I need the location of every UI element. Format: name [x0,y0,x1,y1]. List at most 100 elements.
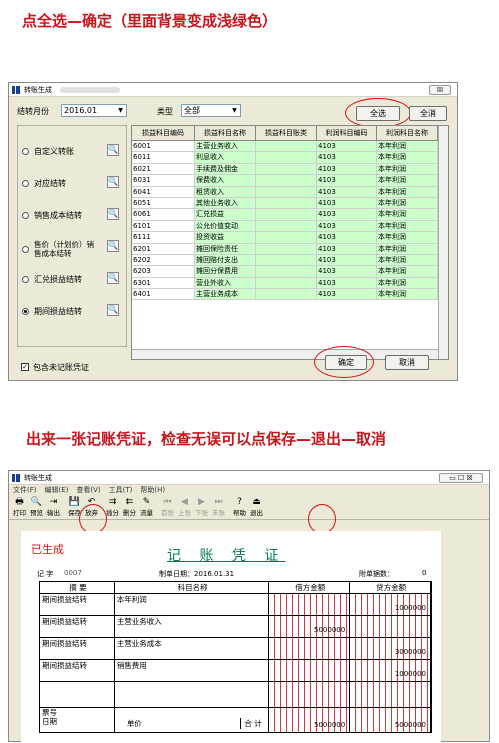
grid-row[interactable]: 6111 投资收益 4103 本年利润 [132,232,448,244]
toolbar-button-7[interactable]: ✎ 流量 [138,496,155,519]
close-button[interactable]: ☒ [429,85,451,95]
clear-all-button[interactable]: 全消 [409,106,447,121]
grid-row[interactable]: 6101 公允价值变动 4103 本年利润 [132,220,448,233]
entry-account-cell[interactable]: 主营业务收入 [115,616,270,637]
column-header[interactable]: 损益科目编码 [132,126,195,140]
column-header[interactable]: 利润科目名称 [377,126,438,140]
entry-account: 本年利润 [116,595,147,604]
grid-row[interactable]: 6401 主营业务成本 4103 本年利润 [132,289,448,301]
radio-exchange-gain-transfer[interactable]: 汇兑损益结转 [22,274,82,285]
cancel-button[interactable]: 取消 [385,355,429,370]
entry-credit-cell[interactable]: 1000000 [350,660,431,681]
search-icon[interactable]: 🔍 [107,240,119,252]
grid-row[interactable]: 6031 保费收入 4103 本年利润 [132,175,448,187]
entry-credit-cell[interactable]: 3000000 [350,638,431,659]
menu-help[interactable]: 帮助(H) [140,485,165,496]
radio-corresponding-transfer[interactable]: 对应结转 [22,178,66,189]
search-icon[interactable]: 🔍 [107,144,119,156]
grid-cell: 4103 [317,277,377,289]
entry-debit-cell[interactable] [269,660,351,681]
voucher-entries: 期间损益结转 本年利润 1000000 期间损益结转 主营业务收入 5000000 期间损益… [40,594,431,682]
type-select[interactable]: 全部 ▼ [181,104,241,117]
grid-cell: 4103 [317,209,377,220]
radio-sales-cost-transfer[interactable]: 销售成本结转 [22,210,82,221]
toolbar-button-9[interactable]: ◀ 上张 [176,496,193,519]
entry-credit: 1000000 [394,604,426,612]
toolbar-button-1[interactable]: 🔍 预览 [28,496,45,519]
voucher-header-row: 摘 要 科目名称 借方金额 贷方金额 [40,582,431,594]
column-header[interactable]: 利润科目编码 [317,126,377,140]
voucher-entry-row[interactable]: 期间损益结转 销售费用 1000000 [40,660,431,682]
search-icon[interactable]: 🔍 [107,304,119,316]
voucher-window: 转账生成 ▭ ☐ ☒ 文件(F) 编辑(E) 查看(V) 工具(T) 帮助(H)… [8,470,490,743]
grid-row[interactable]: 6201 摊回保险责任 4103 本年利润 [132,243,448,255]
grid-row[interactable]: 6021 手续费及佣金 4103 本年利润 [132,163,448,176]
grid-row[interactable]: 6202 摊回赔付支出 4103 本年利润 [132,254,448,267]
toolbar-button-2[interactable]: ⇥ 输出 [45,496,62,519]
grid-cell [256,243,317,254]
search-icon[interactable]: 🔍 [107,208,119,220]
radio-planned-price-transfer[interactable]: 售价（计划价）销售成本结转 [22,240,104,258]
voucher-entry-row[interactable]: 期间损益结转 主营业务收入 5000000 [40,616,431,638]
entry-account-cell[interactable]: 本年利润 [115,594,270,615]
include-unposted-checkbox[interactable]: ✓ [21,363,29,371]
entry-account-cell[interactable]: 主营业务成本 [115,638,270,659]
entry-summary-cell[interactable]: 期间损益结转 [40,638,115,659]
grid-header: 损益科目编码 损益科目名称 损益科目账类 利润科目编码 利润科目名称 [132,126,448,141]
menu-edit[interactable]: 编辑(E) [45,485,69,496]
menu-file[interactable]: 文件(F) [13,485,37,496]
radio-dot [22,245,29,253]
grid-cell: 4103 [317,186,377,197]
toolbar-button-13[interactable]: ⏏ 退出 [248,496,265,519]
menu-tools[interactable]: 工具(T) [109,485,133,496]
attachment-count[interactable]: 0 [422,569,426,577]
voucher-entry-row[interactable]: 期间损益结转 主营业务成本 3000000 [40,638,431,660]
search-icon[interactable]: 🔍 [107,176,119,188]
grid-cell: 4103 [317,163,377,175]
window-controls[interactable]: ▭ ☐ ☒ [439,473,483,483]
entry-summary-cell[interactable]: 期间损益结转 [40,660,115,681]
voucher-empty-row [40,682,431,708]
grid-row[interactable]: 6203 摊回分保费用 4103 本年利润 [132,266,448,278]
grid-cell: 本年利润 [377,141,438,152]
entry-summary-cell[interactable]: 期间损益结转 [40,594,115,615]
toolbar-button-8[interactable]: ⏮ 首张 [159,496,176,519]
voucher-date[interactable]: 制单日期：2016.01.31 [159,569,234,579]
toolbar-label: 首张 [161,509,174,517]
column-header[interactable]: 损益科目账类 [256,126,317,140]
grid-row[interactable]: 6011 利息收入 4103 本年利润 [132,152,448,164]
voucher-titlebar: 转账生成 ▭ ☐ ☒ [9,471,489,485]
toolbar-button-11[interactable]: ⏭ 末张 [210,496,227,519]
toolbar-button-6[interactable]: ⇇ 删分 [121,496,138,519]
grid-cell: 保费收入 [195,175,256,186]
entry-account-cell[interactable]: 销售费用 [115,660,270,681]
empty-cell [269,682,351,707]
toolbar-button-0[interactable]: 🖶 打印 [11,496,28,519]
toolbar-label: 帮助 [233,509,246,517]
entry-debit-cell[interactable] [269,594,351,615]
entry-credit-cell[interactable] [350,616,431,637]
month-select[interactable]: 2016.01 ▼ [61,104,127,117]
grid-cell: 本年利润 [377,289,438,300]
voucher-number[interactable]: 0007 [64,569,82,577]
grid-cell: 6011 [132,152,195,163]
grid-row[interactable]: 6301 营业外收入 4103 本年利润 [132,277,448,290]
vertical-scrollbar[interactable] [438,126,448,359]
search-icon[interactable]: 🔍 [107,272,119,284]
grid-row[interactable]: 6051 其他业务收入 4103 本年利润 [132,197,448,210]
entry-credit-cell[interactable]: 1000000 [350,594,431,615]
voucher-entry-row[interactable]: 期间损益结转 本年利润 1000000 [40,594,431,616]
toolbar-button-10[interactable]: ▶ 下张 [193,496,210,519]
radio-custom-transfer[interactable]: 自定义转账 [22,146,74,157]
entry-summary-cell[interactable]: 期间损益结转 [40,616,115,637]
grid-row[interactable]: 6061 汇兑损益 4103 本年利润 [132,209,448,221]
menu-view[interactable]: 查看(V) [76,485,100,496]
entry-debit-cell[interactable]: 5000000 [269,616,351,637]
column-header[interactable]: 损益科目名称 [195,126,256,140]
toolbar-icon: ▶ [198,497,205,507]
grid-row[interactable]: 6001 主营业务收入 4103 本年利润 [132,141,448,153]
entry-debit-cell[interactable] [269,638,351,659]
radio-period-profit-loss-transfer[interactable]: 期间损益结转 [22,306,82,317]
toolbar-button-12[interactable]: ? 帮助 [231,496,248,519]
grid-row[interactable]: 6041 租赁收入 4103 本年利润 [132,186,448,198]
